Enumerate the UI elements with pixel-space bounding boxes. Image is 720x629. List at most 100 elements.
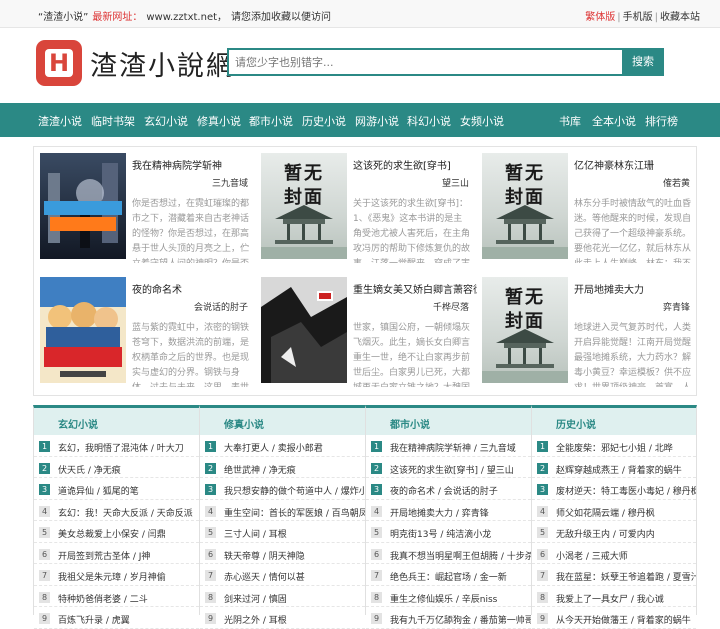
book-cover[interactable]: [261, 277, 347, 383]
list-item[interactable]: 7 我在蓝星：妖孽王爷追着跑 / 夏雪汁: [532, 564, 696, 586]
nav-ranking[interactable]: 排行榜: [645, 113, 678, 129]
list-item-text[interactable]: 轶天帝尊 / 阴天神隐: [224, 549, 305, 562]
list-item-text[interactable]: 我只想安静的做个苟道中人 / 爆炸小: [224, 484, 365, 497]
list-item-text[interactable]: 我爱上了一具女尸 / 我心诚: [556, 592, 664, 605]
search-button[interactable]: 搜索: [622, 48, 664, 76]
book-title[interactable]: 夜的命名术: [132, 281, 256, 296]
list-item-text[interactable]: 赤心巡天 / 情何以甚: [224, 570, 305, 583]
featured-book-card[interactable]: 我在精神病院学斩神 三九音域 你是否想过，在霓虹璀璨的都市之下，潜藏着来自古老神…: [36, 149, 256, 264]
list-item-text[interactable]: 这该死的求生欲[穿书] / 望三山: [390, 463, 514, 476]
book-author[interactable]: 千桦尽落: [433, 300, 469, 313]
list-item-text[interactable]: 特种奶爸俏老婆 / 二斗: [58, 592, 148, 605]
list-item[interactable]: 6 开局签到荒古圣体 / J神: [34, 543, 199, 564]
category-title[interactable]: 修真小说: [224, 416, 264, 431]
traditional-chinese-link[interactable]: 繁体版: [585, 12, 615, 23]
list-item[interactable]: 1 玄幻，我明悟了混沌体 / 叶大刀: [34, 435, 199, 457]
book-title[interactable]: 我在精神病院学斩神: [132, 157, 256, 172]
list-item-text[interactable]: 小渴老 / 三戒大师: [556, 549, 628, 562]
list-item-text[interactable]: 夜的命名术 / 会说话的肘子: [390, 484, 498, 497]
list-item[interactable]: 7 赤心巡天 / 情何以甚: [200, 564, 365, 586]
list-item[interactable]: 2 绝世武神 / 净无痕: [200, 457, 365, 478]
book-title[interactable]: 重生嫡女美又娇白卿言萧容衍: [353, 281, 477, 296]
nav-complete[interactable]: 全本小说: [592, 113, 636, 129]
list-item-text[interactable]: 重生空间：首长的军医娘 / 百鸟朝凤: [224, 506, 365, 519]
list-item-text[interactable]: 百炼飞升录 / 虎翼: [58, 613, 130, 626]
list-item[interactable]: 1 大奉打更人 / 卖报小郎君: [200, 435, 365, 457]
list-item-text[interactable]: 师父如花隔云端 / 穆丹枫: [556, 506, 655, 519]
list-item[interactable]: 1 我在精神病院学斩神 / 三九音域: [366, 435, 531, 457]
list-item-text[interactable]: 大奉打更人 / 卖报小郎君: [224, 441, 323, 454]
list-item[interactable]: 5 美女总裁爱上小保安 / 闫鼎: [34, 521, 199, 543]
nav-bookshelf[interactable]: 临时书架: [91, 113, 135, 129]
list-item[interactable]: 3 夜的命名术 / 会说话的肘子: [366, 478, 531, 500]
site-logo-text[interactable]: 渣渣小說網: [90, 44, 235, 83]
list-item-text[interactable]: 剑来过河 / 慎固: [224, 592, 287, 605]
list-item[interactable]: 9 百炼飞升录 / 虎翼: [34, 607, 199, 629]
nav-library[interactable]: 书库: [559, 113, 581, 129]
list-item[interactable]: 8 剑来过河 / 慎固: [200, 586, 365, 607]
book-author[interactable]: 傕若黄: [663, 176, 690, 189]
list-item[interactable]: 4 重生空间：首长的军医娘 / 百鸟朝凤: [200, 500, 365, 521]
list-item-text[interactable]: 全能废柴：邪妃七小姐 / 北晔: [556, 441, 673, 454]
list-item-text[interactable]: 我真不想当明星啊王但胡腾 / 十步杀: [390, 549, 531, 562]
list-item[interactable]: 8 我爱上了一具女尸 / 我心诚: [532, 586, 696, 607]
list-item-text[interactable]: 我有九千万亿舔狗金 / 番茄第一帅哥: [390, 613, 531, 626]
featured-book-card[interactable]: 暂无 封面 亿亿神豪林东江珊 傕若黄 林东分手时被情敌气的吐血昏迷。等他醒来的时…: [478, 149, 698, 264]
book-author[interactable]: 会说话的肘子: [194, 300, 248, 313]
list-item-text[interactable]: 开局地摊卖大力 / 弈青锋: [390, 506, 489, 519]
list-item[interactable]: 6 小渴老 / 三戒大师: [532, 543, 696, 564]
list-item[interactable]: 5 明克街13号 / 纯洁滴小龙: [366, 521, 531, 543]
list-item-text[interactable]: 玄幻：我！天命大反派 / 天命反派: [58, 506, 193, 519]
list-item[interactable]: 3 废材逆天：特工毒医小毒妃 / 穆丹枫: [532, 478, 696, 500]
list-item[interactable]: 1 全能废柴：邪妃七小姐 / 北晔: [532, 435, 696, 457]
list-item[interactable]: 2 伏天氏 / 净无痕: [34, 457, 199, 478]
book-cover-placeholder[interactable]: 暂无 封面: [482, 153, 568, 259]
book-cover-placeholder[interactable]: 暂无 封面: [482, 277, 568, 383]
list-item[interactable]: 5 三寸人间 / 耳根: [200, 521, 365, 543]
category-title[interactable]: 都市小说: [390, 416, 430, 431]
book-cover[interactable]: [40, 277, 126, 383]
nav-lishi[interactable]: 历史小说: [302, 113, 346, 129]
list-item-text[interactable]: 重生之修仙娱乐 / 辛辰niss: [390, 592, 497, 605]
list-item[interactable]: 6 我真不想当明星啊王但胡腾 / 十步杀: [366, 543, 531, 564]
list-item-text[interactable]: 绝世武神 / 净无痕: [224, 463, 296, 476]
list-item-text[interactable]: 美女总裁爱上小保安 / 闫鼎: [58, 527, 166, 540]
featured-book-card[interactable]: 重生嫡女美又娇白卿言萧容衍 千桦尽落 世家，镇国公府，一朝倾塌灰飞烟灭。此生，嫡…: [257, 273, 477, 388]
list-item-text[interactable]: 伏天氏 / 净无痕: [58, 463, 121, 476]
list-item[interactable]: 8 特种奶爸俏老婆 / 二斗: [34, 586, 199, 607]
mobile-version-link[interactable]: 手机版: [623, 12, 653, 23]
list-item-text[interactable]: 开局签到荒古圣体 / J神: [58, 549, 150, 562]
list-item-text[interactable]: 我在精神病院学斩神 / 三九音域: [390, 441, 516, 454]
nav-xiuzhen[interactable]: 修真小说: [197, 113, 241, 129]
list-item[interactable]: 7 我祖父是朱元璋 / 岁月神偷: [34, 564, 199, 586]
list-item-text[interactable]: 废材逆天：特工毒医小毒妃 / 穆丹枫: [556, 484, 696, 497]
category-title[interactable]: 玄幻小说: [58, 416, 98, 431]
featured-book-card[interactable]: 夜的命名术 会说话的肘子 蓝与紫的霓虹中，浓密的钢铁苍穹下，数据洪流的前端，是权…: [36, 273, 256, 388]
list-item-text[interactable]: 绝色兵王：崛起官场 / 金一新: [390, 570, 507, 583]
list-item[interactable]: 8 重生之修仙娱乐 / 辛辰niss: [366, 586, 531, 607]
nav-home[interactable]: 渣渣小说: [38, 113, 82, 129]
book-cover[interactable]: [40, 153, 126, 259]
list-item[interactable]: 6 轶天帝尊 / 阴天神隐: [200, 543, 365, 564]
category-title[interactable]: 历史小说: [556, 416, 596, 431]
list-item-text[interactable]: 玄幻，我明悟了混沌体 / 叶大刀: [58, 441, 184, 454]
nav-nvpin[interactable]: 女频小说: [460, 113, 504, 129]
bookmark-site-link[interactable]: 收藏本站: [660, 12, 700, 23]
list-item[interactable]: 9 从今天开始做藩王 / 背着家的蜗牛: [532, 607, 696, 629]
list-item[interactable]: 9 光阴之外 / 耳根: [200, 607, 365, 629]
list-item-text[interactable]: 无敌升级王内 / 可爱内内: [556, 527, 655, 540]
book-author[interactable]: 三九音域: [212, 176, 248, 189]
book-author[interactable]: 望三山: [442, 176, 469, 189]
list-item-text[interactable]: 我在蓝星：妖孽王爷追着跑 / 夏雪汁: [556, 570, 696, 583]
list-item[interactable]: 5 无敌升级王内 / 可爱内内: [532, 521, 696, 543]
nav-dushi[interactable]: 都市小说: [249, 113, 293, 129]
book-author[interactable]: 弈青锋: [663, 300, 690, 313]
nav-kehuan[interactable]: 科幻小说: [407, 113, 451, 129]
list-item-text[interactable]: 赵辉穿越成燕王 / 背着家的蜗牛: [556, 463, 682, 476]
list-item[interactable]: 4 玄幻：我！天命大反派 / 天命反派: [34, 500, 199, 521]
search-input[interactable]: [227, 48, 623, 76]
nav-xuanhuan[interactable]: 玄幻小说: [144, 113, 188, 129]
list-item[interactable]: 2 这该死的求生欲[穿书] / 望三山: [366, 457, 531, 478]
book-title[interactable]: 亿亿神豪林东江珊: [574, 157, 698, 172]
list-item[interactable]: 9 我有九千万亿舔狗金 / 番茄第一帅哥: [366, 607, 531, 629]
